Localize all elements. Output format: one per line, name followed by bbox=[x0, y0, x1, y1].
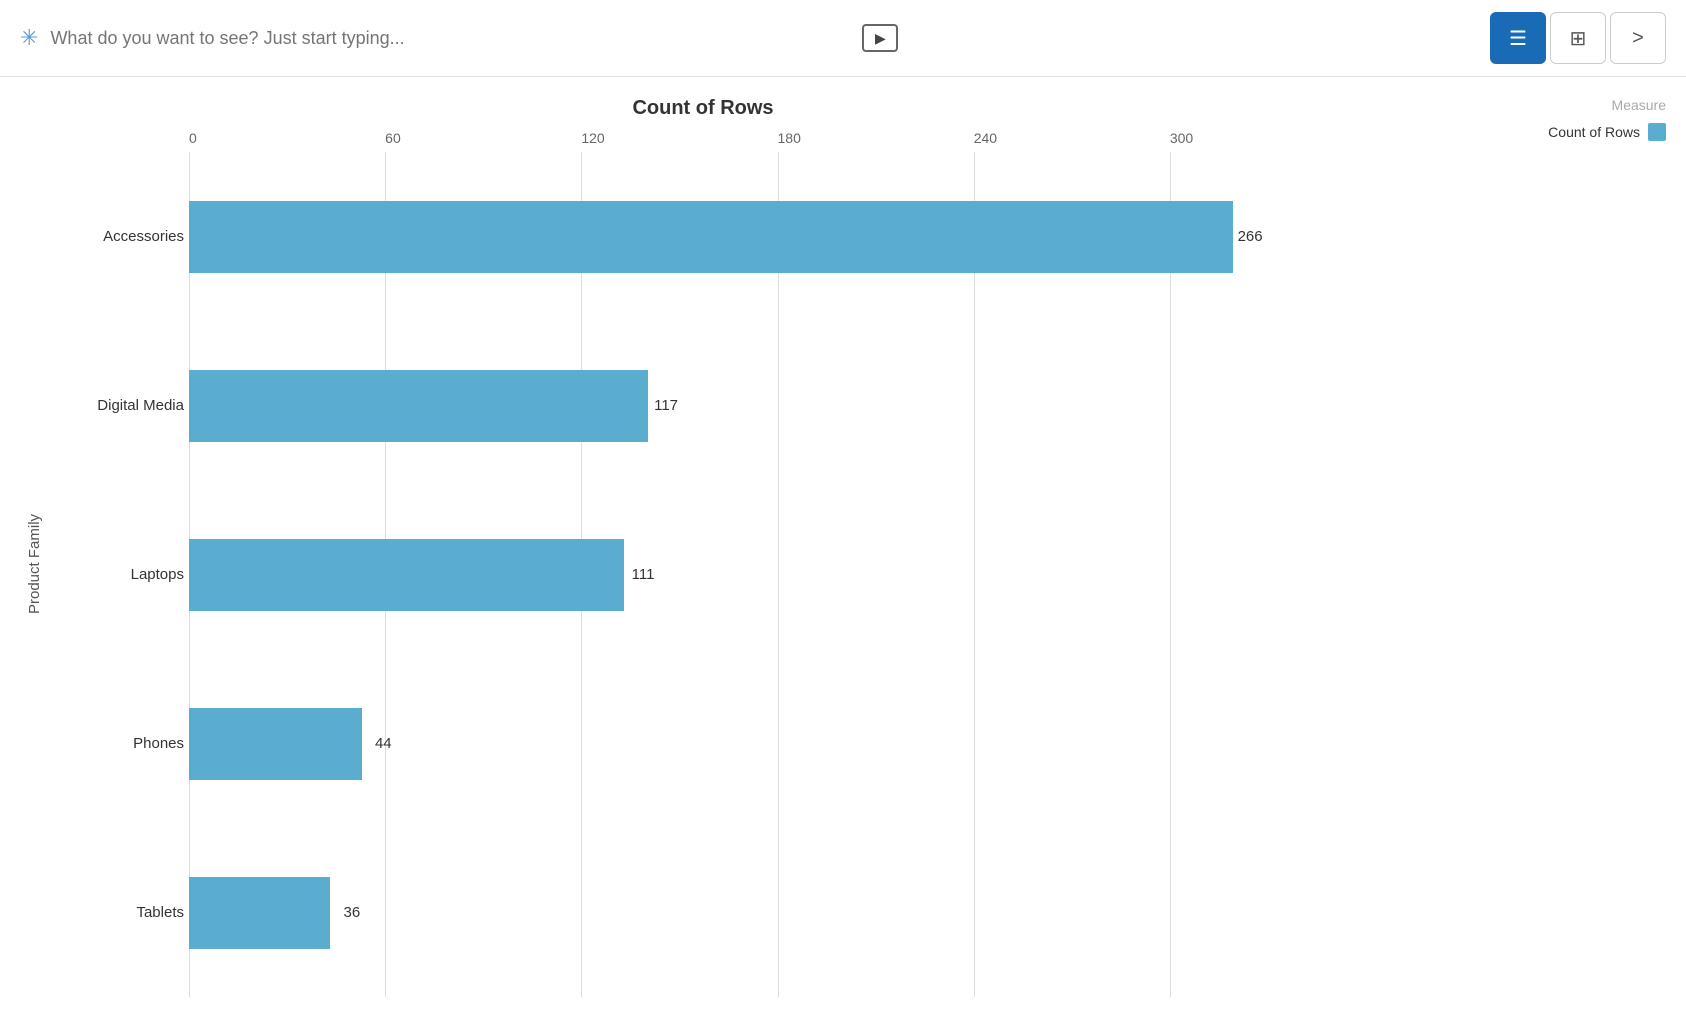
bar-wrapper: 117 bbox=[189, 370, 1366, 442]
bar: 36 bbox=[189, 877, 330, 949]
bars-section: Accessories266Digital Media117Laptops111… bbox=[49, 152, 1466, 997]
bar-wrapper: 266 bbox=[189, 201, 1366, 273]
bar-row: Tablets36 bbox=[189, 828, 1366, 997]
bar: 266 bbox=[189, 201, 1233, 273]
chart-view-button[interactable]: ☰ bbox=[1490, 12, 1546, 64]
bar: 44 bbox=[189, 708, 362, 780]
x-axis-tick: 60 bbox=[385, 130, 581, 146]
search-input[interactable] bbox=[50, 28, 850, 49]
chevron-right-icon: > bbox=[1632, 27, 1644, 50]
legend-panel: Measure Count of Rows bbox=[1466, 77, 1686, 1017]
bar-value: 266 bbox=[1238, 228, 1263, 245]
content-area: Count of Rows Product Family 06012018024… bbox=[0, 77, 1686, 1017]
bar: 111 bbox=[189, 539, 624, 611]
bar-label: Tablets bbox=[49, 904, 184, 921]
table-icon: ⊞ bbox=[1570, 26, 1587, 51]
table-view-button[interactable]: ⊞ bbox=[1550, 12, 1606, 64]
legend-item: Count of Rows bbox=[1476, 123, 1666, 141]
bar-row: Digital Media117 bbox=[189, 321, 1366, 490]
bar-value: 36 bbox=[344, 904, 361, 921]
x-axis: 060120180240300 bbox=[49, 130, 1466, 146]
x-axis-tick: 300 bbox=[1170, 130, 1366, 146]
x-axis-tick: 0 bbox=[189, 130, 385, 146]
bar-row: Accessories266 bbox=[189, 152, 1366, 321]
star-icon: ✳ bbox=[20, 25, 38, 51]
code-view-button[interactable]: > bbox=[1610, 12, 1666, 64]
bar-label: Digital Media bbox=[49, 397, 184, 414]
chart-inner: 060120180240300 Accessories266Digital Me… bbox=[49, 130, 1466, 997]
play-icon: ▶ bbox=[875, 30, 886, 47]
chart-area: Count of Rows Product Family 06012018024… bbox=[0, 77, 1466, 1017]
bar-value: 117 bbox=[654, 397, 678, 414]
play-button[interactable]: ▶ bbox=[862, 24, 898, 52]
toolbar: ☰ ⊞ > bbox=[1490, 12, 1666, 64]
chart-container: Product Family 060120180240300 Accessori… bbox=[20, 130, 1466, 997]
x-axis-tick: 120 bbox=[581, 130, 777, 146]
bar-row: Laptops111 bbox=[189, 490, 1366, 659]
x-axis-tick: 240 bbox=[974, 130, 1170, 146]
legend-item-label: Count of Rows bbox=[1548, 124, 1640, 140]
chart-title: Count of Rows bbox=[20, 97, 1466, 120]
bar-value: 111 bbox=[632, 566, 655, 583]
y-axis-label: Product Family bbox=[20, 130, 49, 997]
bar-value: 44 bbox=[375, 735, 392, 752]
top-bar: ✳ ▶ ☰ ⊞ > bbox=[0, 0, 1686, 77]
bar-wrapper: 36 bbox=[189, 877, 1366, 949]
bar-label: Phones bbox=[49, 735, 184, 752]
bar: 117 bbox=[189, 370, 648, 442]
bar-label: Laptops bbox=[49, 566, 184, 583]
x-axis-tick: 180 bbox=[778, 130, 974, 146]
bar-wrapper: 111 bbox=[189, 539, 1366, 611]
chart-icon: ☰ bbox=[1509, 26, 1527, 51]
legend-color-swatch bbox=[1648, 123, 1666, 141]
bar-label: Accessories bbox=[49, 228, 184, 245]
bar-wrapper: 44 bbox=[189, 708, 1366, 780]
bar-row: Phones44 bbox=[189, 659, 1366, 828]
legend-title: Measure bbox=[1476, 97, 1666, 113]
